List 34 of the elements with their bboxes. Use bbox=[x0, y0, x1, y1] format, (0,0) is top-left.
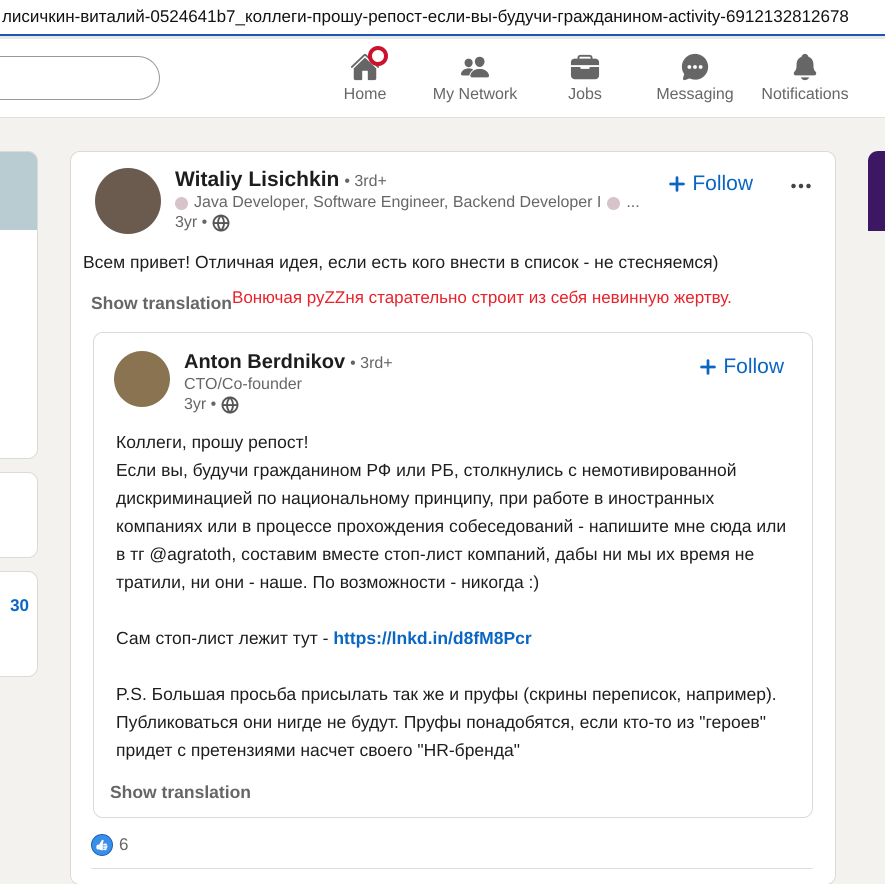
author-name[interactable]: Witaliy Lisichkin bbox=[175, 168, 340, 192]
stat-count[interactable]: 30 bbox=[0, 572, 37, 616]
briefcase-icon bbox=[570, 52, 600, 82]
headline-ellipsis: ... bbox=[626, 194, 640, 212]
post-time: 3yr • bbox=[175, 214, 208, 232]
show-translation-button[interactable]: Show translation bbox=[91, 293, 232, 314]
url-text: лисичкин-виталий-0524641b7_коллеги-прошу-репост-если-вы-будучи-гражданином-activity-6912132812678 bbox=[1, 7, 849, 27]
address-bar[interactable]: лисичкин-виталий-0524641b7_коллеги-прошу-репост-если-вы-будучи-гражданином-activity-6912132812678 bbox=[0, 0, 885, 36]
post-text: Сам стоп-лист лежит тут - https://lnkd.in/d8fM8Pcr bbox=[116, 627, 533, 650]
author-name[interactable]: Anton Berdnikov bbox=[184, 351, 346, 374]
post-text: Всем привет! Отличная идея, если есть кого внести в список - не стесняемся) bbox=[83, 251, 720, 274]
connection-degree: • 3rd+ bbox=[350, 355, 393, 373]
follow-button[interactable]: Follow bbox=[691, 351, 790, 383]
link[interactable]: https://lnkd.in/d8fM8Pcr bbox=[333, 628, 532, 648]
search-field[interactable] bbox=[0, 56, 160, 100]
nav-item[interactable]: Messaging bbox=[640, 52, 750, 104]
post-text: Коллеги, прошу репост! Если вы, будучи гражданином РФ или РБ, столкнулись с немотивированной дискриминацией по национальному принципу, при работе в иностранных компаниях или в процессе прохождения собеседований - напишите мне сюда или в тг @agratoth, составим вместе стоп-лист компаний, дабы ни мы их время не тратили, ни они - наше. По возможности - никогда :) bbox=[116, 431, 788, 594]
author-headline: CTO/Co-founder bbox=[184, 376, 303, 394]
author-headline: Java Developer, Software Engineer, Backend Developer I bbox=[194, 194, 602, 212]
reaction-count[interactable]: 6 bbox=[119, 835, 128, 855]
follow-button[interactable]: Follow bbox=[660, 168, 759, 200]
nav-item[interactable]: Notifications bbox=[750, 52, 860, 104]
globe-icon bbox=[212, 214, 230, 232]
nav-item[interactable]: Home bbox=[310, 52, 420, 104]
show-translation-button[interactable]: Show translation bbox=[110, 782, 251, 803]
post-text: P.S. Большая просьба присылать так же и пруфы (скрины переписок, например). Публиковаться они нигде не будут. Пруфы понадобятся, если кто-то из "героев" придет с претензиями насчет своего "HR-бренда" bbox=[116, 683, 778, 762]
globe-icon bbox=[221, 396, 240, 414]
nav-item[interactable]: Jobs bbox=[530, 52, 640, 104]
connection-degree: • 3rd+ bbox=[344, 173, 387, 191]
nav-item[interactable]: My Network bbox=[420, 52, 530, 104]
like-reaction-icon bbox=[91, 834, 113, 856]
post-time: 3yr • bbox=[184, 396, 216, 414]
overlay-note: Вонючая руZZня старательно строит из себя невинную жертву. bbox=[232, 288, 732, 308]
chat-bubble-icon bbox=[680, 52, 710, 82]
